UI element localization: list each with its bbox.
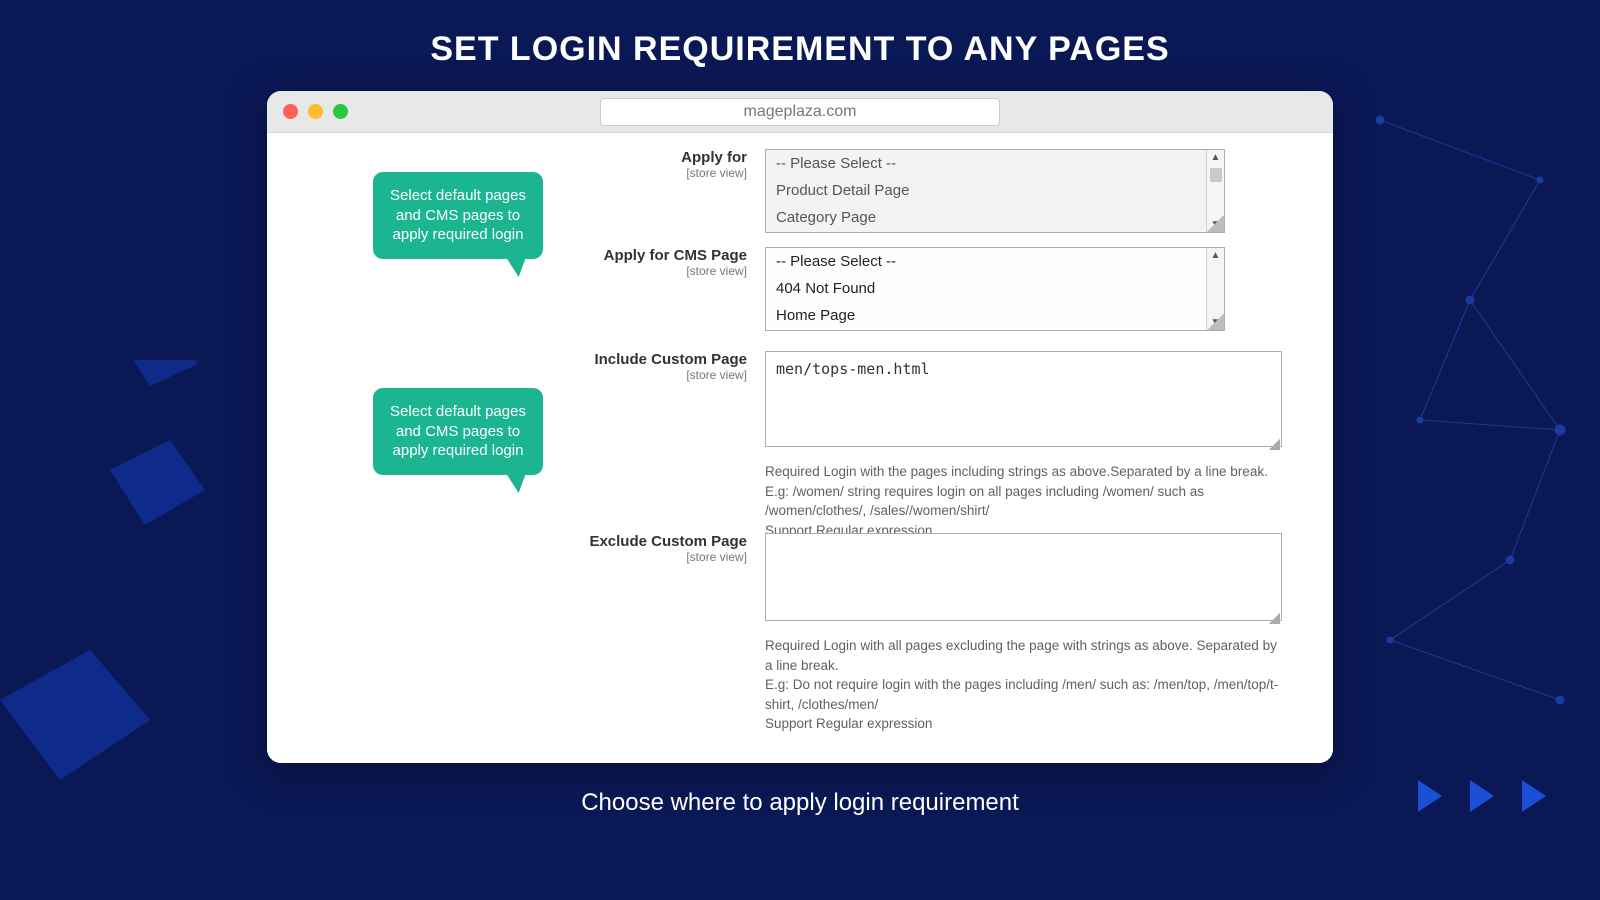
label-exclude: Exclude Custom Page: [577, 533, 747, 550]
scroll-up-icon[interactable]: ▲: [1211, 248, 1221, 263]
scrollbar[interactable]: ▲ ▼: [1206, 150, 1224, 232]
scrollbar[interactable]: ▲ ▼: [1206, 248, 1224, 330]
browser-window: mageplaza.com Select default pages and C…: [267, 91, 1333, 763]
label-apply-cms: Apply for CMS Page: [577, 247, 747, 264]
apply-cms-option[interactable]: Home Page: [766, 302, 1224, 329]
scope-apply-cms: [store view]: [577, 264, 747, 278]
field-apply-cms: Apply for CMS Page [store view] -- Pleas…: [577, 247, 1225, 331]
label-apply-for: Apply for: [577, 149, 747, 166]
scope-exclude: [store view]: [577, 550, 747, 564]
arrow-right-icon: [1522, 780, 1546, 812]
arrow-right-icon: [1418, 780, 1442, 812]
scroll-thumb[interactable]: [1210, 168, 1222, 182]
field-exclude: Exclude Custom Page [store view] Require…: [577, 533, 1282, 734]
traffic-lights: [283, 104, 348, 119]
window-minimize-icon[interactable]: [308, 104, 323, 119]
resize-grip-icon[interactable]: [1206, 216, 1224, 232]
exclude-help: Required Login with all pages excluding …: [765, 636, 1282, 734]
apply-cms-option[interactable]: -- Please Select --: [766, 248, 1224, 275]
include-textarea[interactable]: [765, 351, 1282, 447]
exclude-textarea[interactable]: [765, 533, 1282, 621]
field-include: Include Custom Page [store view] Require…: [577, 351, 1282, 540]
page-title: SET LOGIN REQUIREMENT TO ANY PAGES: [0, 0, 1600, 91]
callout-top: Select default pages and CMS pages to ap…: [373, 172, 543, 259]
decorative-arrows: [1418, 780, 1546, 812]
label-include: Include Custom Page: [577, 351, 747, 368]
apply-for-option[interactable]: -- Please Select --: [766, 150, 1224, 177]
scope-include: [store view]: [577, 368, 747, 382]
page-subtitle: Choose where to apply login requirement: [0, 789, 1600, 817]
apply-for-option[interactable]: Product Detail Page: [766, 177, 1224, 204]
url-bar[interactable]: mageplaza.com: [600, 98, 1000, 126]
apply-cms-option[interactable]: 404 Not Found: [766, 275, 1224, 302]
resize-grip-icon[interactable]: [1206, 314, 1224, 330]
field-apply-for: Apply for [store view] -- Please Select …: [577, 149, 1225, 233]
arrow-right-icon: [1470, 780, 1494, 812]
apply-cms-select[interactable]: -- Please Select -- 404 Not Found Home P…: [765, 247, 1225, 331]
scroll-up-icon[interactable]: ▲: [1211, 150, 1221, 165]
apply-for-option[interactable]: Category Page: [766, 204, 1224, 231]
admin-form: Select default pages and CMS pages to ap…: [267, 133, 1333, 763]
callout-bottom: Select default pages and CMS pages to ap…: [373, 388, 543, 475]
include-help: Required Login with the pages including …: [765, 462, 1282, 540]
window-zoom-icon[interactable]: [333, 104, 348, 119]
scope-apply-for: [store view]: [577, 166, 747, 180]
window-close-icon[interactable]: [283, 104, 298, 119]
apply-for-select[interactable]: -- Please Select -- Product Detail Page …: [765, 149, 1225, 233]
browser-titlebar: mageplaza.com: [267, 91, 1333, 133]
